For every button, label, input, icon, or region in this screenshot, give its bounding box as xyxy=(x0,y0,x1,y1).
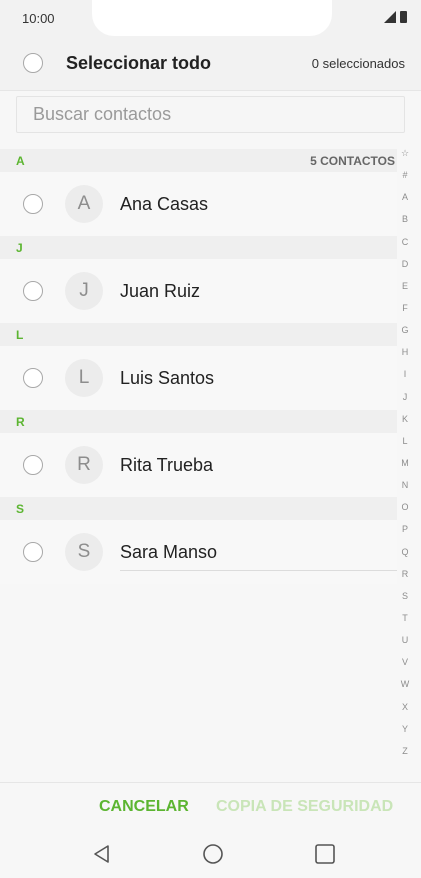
section-letter: S xyxy=(16,502,25,516)
index-letter[interactable]: Q xyxy=(399,547,411,557)
recent-apps-icon[interactable] xyxy=(313,842,337,866)
avatar: A xyxy=(65,185,103,223)
index-letter[interactable]: U xyxy=(399,635,411,645)
home-icon[interactable] xyxy=(201,842,225,866)
avatar: J xyxy=(65,272,103,310)
contact-row-rita-trueba[interactable]: R Rita Trueba xyxy=(0,433,397,497)
section-letter: A xyxy=(16,154,25,168)
select-all-label[interactable]: Seleccionar todo xyxy=(66,53,211,74)
contact-name: Juan Ruiz xyxy=(120,281,201,301)
backup-button[interactable]: COPIA DE SEGURIDAD xyxy=(216,798,393,816)
contact-row-luis-santos[interactable]: L Luis Santos xyxy=(0,346,397,410)
index-letter[interactable]: R xyxy=(399,569,411,579)
index-letter[interactable]: N xyxy=(399,480,411,490)
index-letter[interactable]: I xyxy=(399,369,411,379)
index-letter[interactable]: F xyxy=(399,303,411,313)
index-letter[interactable]: ☆ xyxy=(399,148,411,159)
index-letter[interactable]: A xyxy=(399,192,411,202)
index-letter[interactable]: # xyxy=(399,170,411,180)
display-notch xyxy=(92,0,332,36)
avatar: S xyxy=(65,533,103,571)
action-bar: CANCELAR COPIA DE SEGURIDAD xyxy=(0,782,421,830)
section-letter: R xyxy=(16,415,25,429)
alphabet-index[interactable]: ☆ # A B C D E F G H I J K L M N O P Q R S T U V W X Y Z xyxy=(399,148,411,768)
cancel-button[interactable]: CANCELAR xyxy=(99,798,189,816)
index-letter[interactable]: T xyxy=(399,613,411,623)
contact-name: Rita Trueba xyxy=(120,455,214,475)
section-header-a: A 5 CONTACTOS xyxy=(0,149,397,172)
section-header-r: R xyxy=(0,410,397,433)
index-letter[interactable]: O xyxy=(399,502,411,512)
divider xyxy=(120,570,397,571)
index-letter[interactable]: J xyxy=(399,392,411,402)
select-all-checkbox[interactable] xyxy=(23,53,43,73)
contact-row-sara-manso[interactable]: S Sara Manso xyxy=(0,520,397,584)
status-bar: 10:00 xyxy=(0,0,421,36)
status-time: 10:00 xyxy=(22,11,55,26)
status-icons xyxy=(384,11,407,23)
index-letter[interactable]: V xyxy=(399,657,411,667)
avatar: R xyxy=(65,446,103,484)
section-header-s: S xyxy=(0,497,397,520)
index-letter[interactable]: Y xyxy=(399,724,411,734)
section-header-l: L xyxy=(0,323,397,346)
contact-checkbox[interactable] xyxy=(23,281,43,301)
index-letter[interactable]: M xyxy=(399,458,411,468)
contact-name: Ana Casas xyxy=(120,194,209,214)
index-letter[interactable]: K xyxy=(399,414,411,424)
battery-icon xyxy=(400,11,407,23)
contact-checkbox[interactable] xyxy=(23,542,43,562)
index-letter[interactable]: B xyxy=(399,214,411,224)
index-letter[interactable]: L xyxy=(399,436,411,446)
section-letter: L xyxy=(16,328,24,342)
index-letter[interactable]: X xyxy=(399,702,411,712)
contact-row-juan-ruiz[interactable]: J Juan Ruiz xyxy=(0,259,397,323)
selection-header: Seleccionar todo 0 seleccionados xyxy=(0,36,421,91)
avatar: L xyxy=(65,359,103,397)
index-letter[interactable]: D xyxy=(399,259,411,269)
index-letter[interactable]: W xyxy=(399,679,411,689)
section-letter: J xyxy=(16,241,23,255)
index-letter[interactable]: E xyxy=(399,281,411,291)
contact-name: Sara Manso xyxy=(120,542,218,562)
index-letter[interactable]: Z xyxy=(399,746,411,756)
search-box xyxy=(16,96,405,133)
index-letter[interactable]: G xyxy=(399,325,411,335)
contact-name: Luis Santos xyxy=(120,368,215,388)
selected-count: 0 seleccionados xyxy=(311,56,405,71)
contact-checkbox[interactable] xyxy=(23,455,43,475)
index-letter[interactable]: C xyxy=(399,237,411,247)
section-header-j: J xyxy=(0,236,397,259)
contact-checkbox[interactable] xyxy=(23,368,43,388)
contact-row-ana-casas[interactable]: A Ana Casas xyxy=(0,172,397,236)
contact-checkbox[interactable] xyxy=(23,194,43,214)
back-icon[interactable] xyxy=(90,842,114,866)
index-letter[interactable]: P xyxy=(399,524,411,534)
navigation-bar xyxy=(0,830,421,878)
index-letter[interactable]: S xyxy=(399,591,411,601)
signal-icon xyxy=(384,11,396,23)
contact-count: 5 CONTACTOS xyxy=(310,154,395,168)
search-input[interactable] xyxy=(17,97,404,132)
index-letter[interactable]: H xyxy=(399,347,411,357)
